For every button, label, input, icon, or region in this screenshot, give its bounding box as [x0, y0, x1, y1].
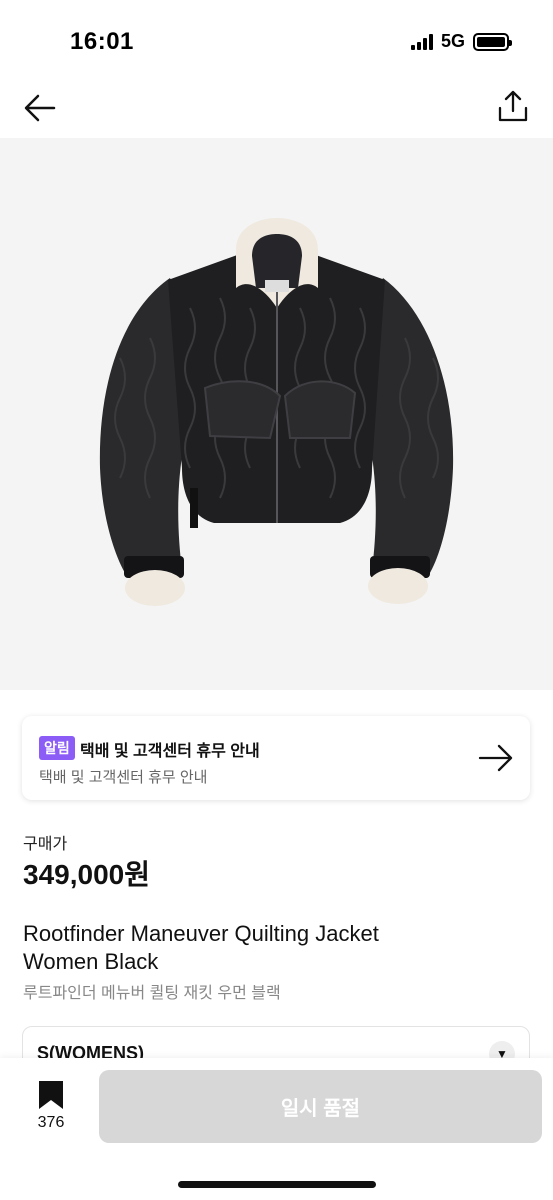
- status-indicators: 5G: [410, 31, 512, 52]
- price-label: 구매가: [23, 836, 68, 853]
- home-indicator: [178, 1181, 376, 1188]
- soldout-button[interactable]: 일시 품절: [99, 1070, 542, 1143]
- arrow-left-icon: [24, 94, 56, 122]
- arrow-right-icon: [478, 744, 513, 772]
- share-button[interactable]: [495, 88, 531, 124]
- product-name-kr: 루트파인더 메뉴버 퀼팅 재킷 우먼 블랙: [23, 985, 281, 1002]
- notice-badge: 알림: [39, 736, 75, 760]
- price-value: 349,000원: [23, 859, 150, 890]
- notice-subtitle: 택배 및 고객센터 휴무 안내: [39, 769, 208, 786]
- signal-icon: [410, 33, 433, 50]
- jacket-image: [99, 218, 454, 606]
- back-button[interactable]: [22, 90, 58, 126]
- nav-bar: [0, 80, 553, 138]
- status-time: 16:01: [70, 28, 134, 55]
- bookmark-button[interactable]: 376: [30, 1080, 72, 1132]
- share-icon: [498, 90, 528, 122]
- network-type: 5G: [440, 31, 465, 51]
- battery-icon: [473, 32, 512, 51]
- status-bar: 16:01 5G: [0, 0, 553, 80]
- bookmark-count: 376: [37, 1114, 65, 1131]
- notice-card[interactable]: 알림 택배 및 고객센터 휴무 안내 택배 및 고객센터 휴무 안내: [22, 716, 530, 800]
- product-name-en: Rootfinder Maneuver Quilting Jacket Wome…: [23, 921, 379, 974]
- product-image: [0, 138, 553, 690]
- bottom-action-bar: 376 일시 품절: [0, 1058, 553, 1200]
- bookmark-icon: [39, 1081, 63, 1109]
- notice-title: 택배 및 고객센터 휴무 안내: [80, 743, 260, 760]
